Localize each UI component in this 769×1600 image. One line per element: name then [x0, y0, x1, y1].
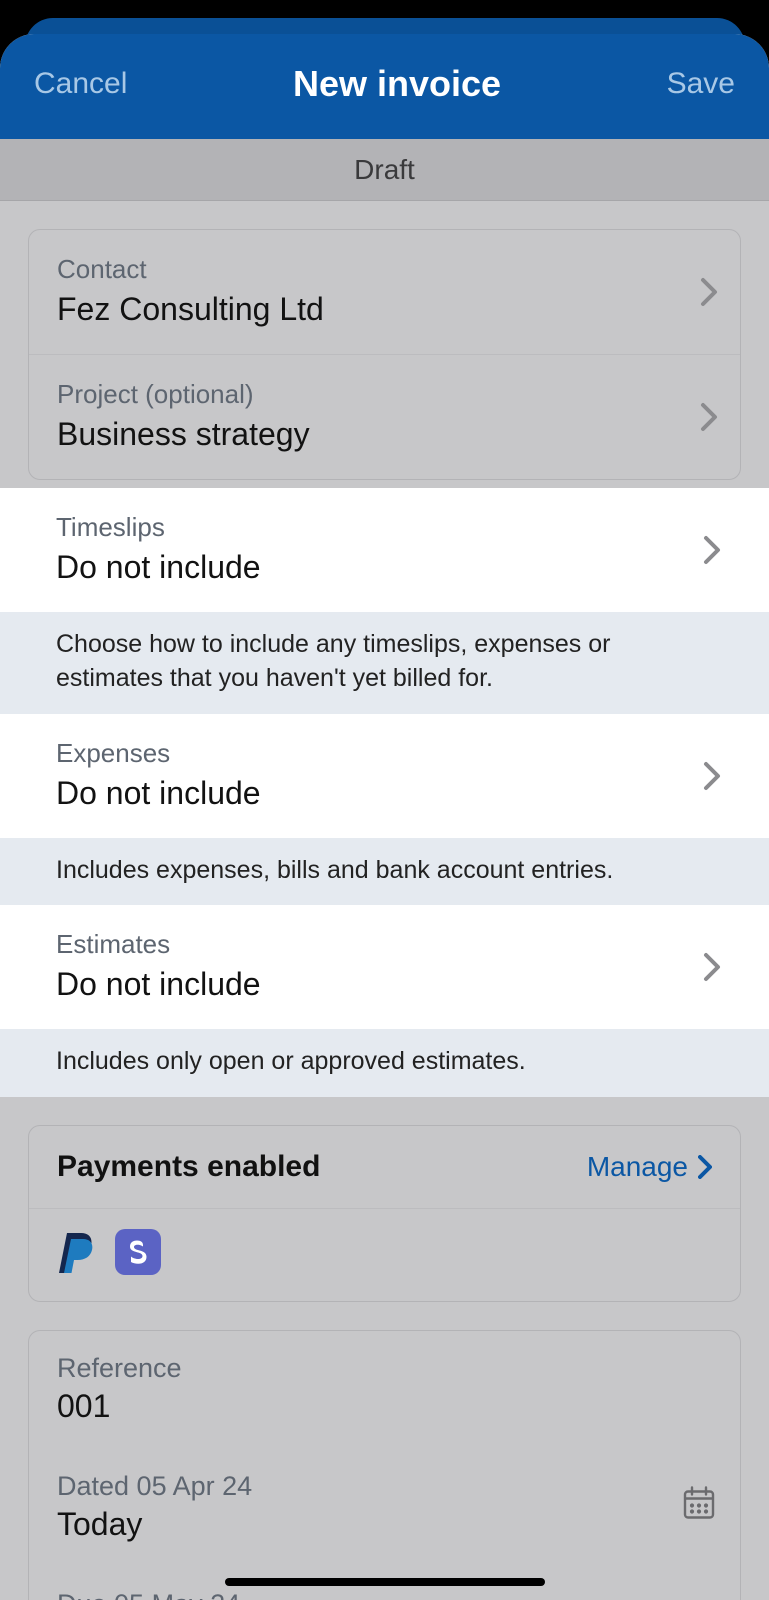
- chevron-right-icon: [703, 952, 721, 982]
- reference-label: Reference: [57, 1353, 712, 1384]
- due-label: Due 05 May 24: [57, 1589, 712, 1600]
- modal-sheet: Cancel New invoice Save Draft Contact Fe…: [0, 34, 769, 1600]
- chevron-right-icon: [698, 1155, 712, 1179]
- save-button[interactable]: Save: [667, 67, 735, 101]
- status-badge: Draft: [0, 139, 769, 201]
- timeslips-helper: Choose how to include any timeslips, exp…: [0, 612, 769, 714]
- paypal-icon: [57, 1229, 97, 1275]
- calendar-icon: [682, 1486, 716, 1527]
- dated-label: Dated 05 Apr 24: [57, 1471, 712, 1502]
- nav-header: Cancel New invoice Save: [0, 34, 769, 139]
- timeslips-value: Do not include: [56, 549, 713, 586]
- project-value: Business strategy: [57, 416, 712, 453]
- home-indicator: [225, 1578, 545, 1586]
- dated-row[interactable]: Dated 05 Apr 24 Today: [29, 1447, 740, 1565]
- project-label: Project (optional): [57, 379, 712, 410]
- chevron-right-icon: [700, 277, 718, 307]
- expenses-label: Expenses: [56, 738, 713, 769]
- estimates-value: Do not include: [56, 966, 713, 1003]
- includes-section: Timeslips Do not include Choose how to i…: [0, 488, 769, 1097]
- stripe-icon: [115, 1229, 161, 1275]
- details-card-top: Contact Fez Consulting Ltd Project (opti…: [28, 229, 741, 480]
- payments-title: Payments enabled: [57, 1150, 320, 1184]
- chevron-right-icon: [700, 402, 718, 432]
- manage-button[interactable]: Manage: [587, 1151, 712, 1183]
- project-row[interactable]: Project (optional) Business strategy: [29, 354, 740, 479]
- cancel-button[interactable]: Cancel: [34, 67, 127, 101]
- chevron-right-icon: [703, 761, 721, 791]
- estimates-label: Estimates: [56, 929, 713, 960]
- reference-value: 001: [57, 1388, 712, 1425]
- payment-providers: [29, 1208, 740, 1301]
- contact-row[interactable]: Contact Fez Consulting Ltd: [29, 230, 740, 354]
- invoice-details-card: Reference 001 Dated 05 Apr 24 Today: [28, 1330, 741, 1600]
- contact-value: Fez Consulting Ltd: [57, 291, 712, 328]
- timeslips-row[interactable]: Timeslips Do not include: [0, 488, 769, 612]
- page-title: New invoice: [293, 63, 501, 105]
- timeslips-label: Timeslips: [56, 512, 713, 543]
- payments-card: Payments enabled Manage: [28, 1125, 741, 1302]
- dated-value: Today: [57, 1506, 712, 1543]
- manage-label: Manage: [587, 1151, 688, 1183]
- estimates-row[interactable]: Estimates Do not include: [0, 905, 769, 1029]
- chevron-right-icon: [703, 535, 721, 565]
- reference-row[interactable]: Reference 001: [29, 1331, 740, 1447]
- expenses-helper: Includes expenses, bills and bank accoun…: [0, 838, 769, 906]
- expenses-value: Do not include: [56, 775, 713, 812]
- expenses-row[interactable]: Expenses Do not include: [0, 714, 769, 838]
- estimates-helper: Includes only open or approved estimates…: [0, 1029, 769, 1097]
- contact-label: Contact: [57, 254, 712, 285]
